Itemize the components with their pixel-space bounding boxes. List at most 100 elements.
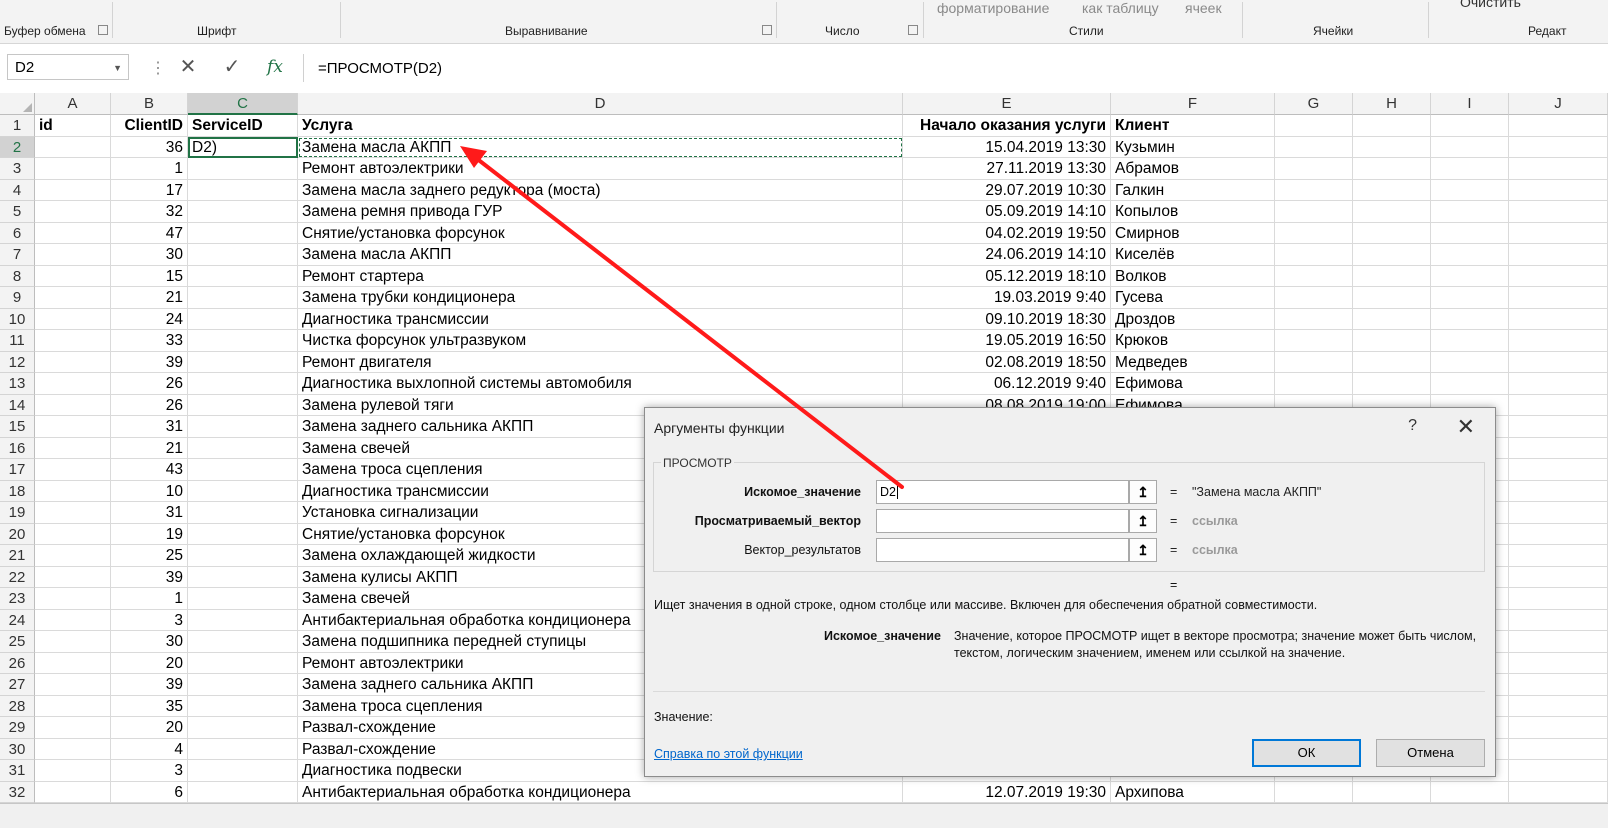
cell-c[interactable] — [188, 373, 298, 395]
cell-j[interactable] — [1509, 437, 1608, 459]
cell-b[interactable]: 43 — [111, 459, 188, 481]
row-header[interactable]: 28 — [0, 695, 35, 717]
cell-h[interactable] — [1353, 781, 1431, 803]
cell-f[interactable]: Волков — [1111, 265, 1275, 287]
cell-d[interactable]: Замена ремня привода ГУР — [298, 201, 903, 223]
cell-h[interactable] — [1353, 136, 1431, 158]
cell-j[interactable] — [1509, 201, 1608, 223]
cell-h[interactable] — [1353, 244, 1431, 266]
clear-button[interactable]: Очистить — [1460, 0, 1521, 10]
cell-b[interactable]: 24 — [111, 308, 188, 330]
cell-b[interactable]: 4 — [111, 738, 188, 760]
cell-a[interactable] — [35, 717, 111, 739]
cell-c[interactable]: ServiceID — [188, 115, 298, 137]
row-header[interactable]: 27 — [0, 674, 35, 696]
cell-j[interactable] — [1509, 394, 1608, 416]
cell-b[interactable]: 39 — [111, 674, 188, 696]
cell-a[interactable] — [35, 222, 111, 244]
cell-i[interactable] — [1431, 244, 1509, 266]
cell-d[interactable]: Ремонт автоэлектрики — [298, 158, 903, 180]
cell-b[interactable]: 35 — [111, 695, 188, 717]
row-header[interactable]: 13 — [0, 373, 35, 395]
cell-j[interactable] — [1509, 566, 1608, 588]
cell-g[interactable] — [1275, 222, 1353, 244]
cell-a[interactable] — [35, 265, 111, 287]
cell-c[interactable] — [188, 652, 298, 674]
cell-a[interactable] — [35, 760, 111, 782]
column-header-j[interactable]: J — [1509, 93, 1608, 115]
cell-a[interactable] — [35, 695, 111, 717]
cell-b[interactable]: 26 — [111, 373, 188, 395]
cell-c[interactable] — [188, 459, 298, 481]
cell-d[interactable]: Замена масла АКПП — [298, 244, 903, 266]
row-header[interactable]: 5 — [0, 201, 35, 223]
cell-c[interactable] — [188, 695, 298, 717]
column-header-h[interactable]: H — [1353, 93, 1431, 115]
row-header[interactable]: 10 — [0, 308, 35, 330]
drag-handle-icon[interactable]: ⋮ — [150, 58, 166, 78]
cell-g[interactable] — [1275, 201, 1353, 223]
cell-a[interactable] — [35, 179, 111, 201]
cell-c[interactable] — [188, 158, 298, 180]
cell-j[interactable] — [1509, 480, 1608, 502]
cell-a[interactable] — [35, 609, 111, 631]
cell-e[interactable]: Начало оказания услуги — [903, 115, 1111, 137]
cell-h[interactable] — [1353, 351, 1431, 373]
cell-b[interactable]: 36 — [111, 136, 188, 158]
cell-g[interactable] — [1275, 287, 1353, 309]
cell-a[interactable] — [35, 437, 111, 459]
cell-j[interactable] — [1509, 502, 1608, 524]
cell-j[interactable] — [1509, 244, 1608, 266]
cell-h[interactable] — [1353, 308, 1431, 330]
cell-f[interactable]: Копылов — [1111, 201, 1275, 223]
cell-a[interactable] — [35, 566, 111, 588]
cell-c[interactable] — [188, 287, 298, 309]
cell-c[interactable] — [188, 631, 298, 653]
cell-c[interactable] — [188, 179, 298, 201]
cell-b[interactable]: 31 — [111, 502, 188, 524]
column-header-e[interactable]: E — [903, 93, 1111, 115]
arg-input-result-vector[interactable] — [876, 538, 1129, 562]
cell-j[interactable] — [1509, 781, 1608, 803]
cell-j[interactable] — [1509, 523, 1608, 545]
cell-f[interactable]: Медведев — [1111, 351, 1275, 373]
cell-e[interactable]: 15.04.2019 13:30 — [903, 136, 1111, 158]
row-header[interactable]: 19 — [0, 502, 35, 524]
cell-i[interactable] — [1431, 330, 1509, 352]
cell-e[interactable]: 12.07.2019 19:30 — [903, 781, 1111, 803]
row-header[interactable]: 22 — [0, 566, 35, 588]
ok-button[interactable]: ОК — [1252, 739, 1361, 767]
cell-h[interactable] — [1353, 201, 1431, 223]
cell-a[interactable] — [35, 523, 111, 545]
column-header-c[interactable]: C — [188, 93, 298, 115]
cell-j[interactable] — [1509, 717, 1608, 739]
cell-d[interactable]: Антибактериальная обработка кондиционера — [298, 781, 903, 803]
cell-j[interactable] — [1509, 631, 1608, 653]
cell-f[interactable]: Киселёв — [1111, 244, 1275, 266]
cell-g[interactable] — [1275, 265, 1353, 287]
cell-i[interactable] — [1431, 115, 1509, 137]
cell-b[interactable]: 25 — [111, 545, 188, 567]
cell-b[interactable]: 20 — [111, 652, 188, 674]
chevron-down-icon[interactable]: ▼ — [113, 63, 122, 73]
row-header[interactable]: 15 — [0, 416, 35, 438]
cell-b[interactable]: 26 — [111, 394, 188, 416]
cell-i[interactable] — [1431, 265, 1509, 287]
cell-a[interactable] — [35, 631, 111, 653]
cancel-button[interactable]: Отмена — [1376, 739, 1485, 767]
cell-j[interactable] — [1509, 308, 1608, 330]
cell-b[interactable]: 15 — [111, 265, 188, 287]
cell-g[interactable] — [1275, 136, 1353, 158]
cell-b[interactable]: 6 — [111, 781, 188, 803]
cell-b[interactable]: 19 — [111, 523, 188, 545]
cell-a[interactable] — [35, 330, 111, 352]
row-header[interactable]: 14 — [0, 394, 35, 416]
cell-h[interactable] — [1353, 222, 1431, 244]
cell-b[interactable]: 21 — [111, 287, 188, 309]
cell-b[interactable]: 33 — [111, 330, 188, 352]
column-header-d[interactable]: D — [298, 93, 903, 115]
cell-a[interactable] — [35, 480, 111, 502]
row-header[interactable]: 7 — [0, 244, 35, 266]
cell-j[interactable] — [1509, 588, 1608, 610]
cell-b[interactable]: 1 — [111, 588, 188, 610]
